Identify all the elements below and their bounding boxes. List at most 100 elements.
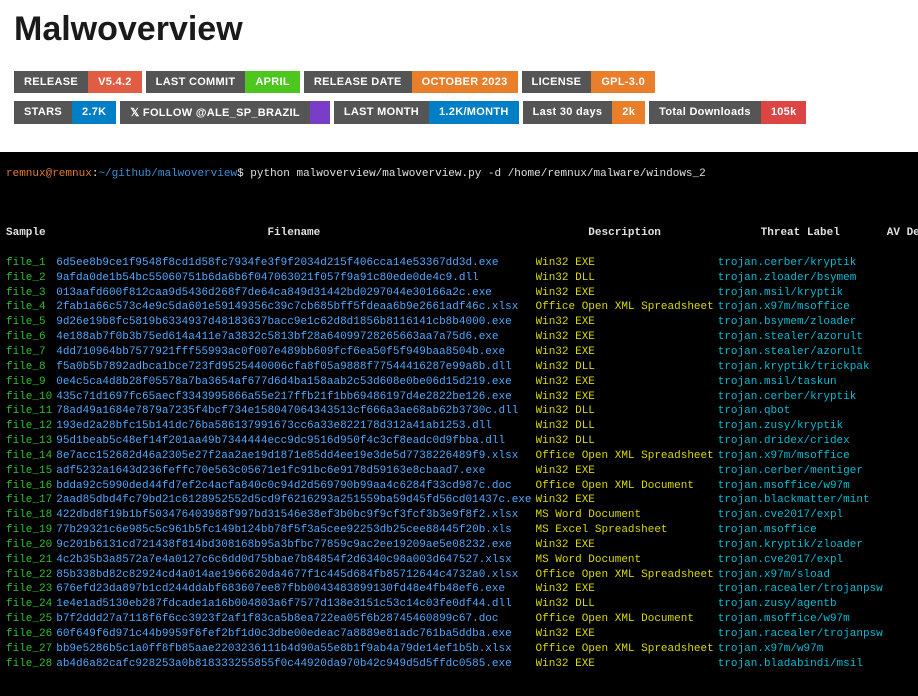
table-row: file_28ab4d6a82cafc928253a0b818333255855… <box>6 657 918 672</box>
table-row: file_1977b29321c6e985c5c961b5fc149b124bb… <box>6 523 918 538</box>
badge[interactable]: LICENSEGPL-3.0 <box>522 71 655 93</box>
cell-av-detection: 58 <box>887 390 918 405</box>
cell-filename: 95d1beab5c48ef14f201aa49b7344444ecc9dc95… <box>56 434 535 449</box>
cell-description: Win32 DLL <box>536 404 718 419</box>
table-row: file_18422dbd8f19b1bf503476403988f997bd3… <box>6 508 918 523</box>
badge[interactable]: LAST COMMITAPRIL <box>146 71 300 93</box>
cell-description: Office Open XML Spreadsheet <box>536 568 718 583</box>
table-row: file_2660f649f6d971c44b9959f6fef2bf1d0c3… <box>6 627 918 642</box>
cell-av-detection: 36 <box>887 404 918 419</box>
cell-threat-label: trojan.zloader/bsymem <box>718 271 887 286</box>
cell-av-detection: 40 <box>887 597 918 612</box>
cell-threat-label: trojan.zusy/kryptik <box>718 419 887 434</box>
cell-av-detection: 59 <box>887 256 918 271</box>
cell-description: Win32 EXE <box>536 493 718 508</box>
cell-threat-label: trojan.msoffice <box>718 523 887 538</box>
cell-av-detection: 53 <box>887 434 918 449</box>
cell-sample: file_21 <box>6 553 56 568</box>
badge-value <box>310 101 330 124</box>
cell-sample: file_26 <box>6 627 56 642</box>
cell-description: Win32 EXE <box>536 627 718 642</box>
cell-av-detection: 41 <box>887 360 918 375</box>
badge[interactable]: LAST MONTH1.2K/MONTH <box>334 101 519 124</box>
cell-description: Office Open XML Spreadsheet <box>536 449 718 464</box>
cell-description: Win32 EXE <box>536 464 718 479</box>
cell-av-detection: 51 <box>887 627 918 642</box>
badge[interactable]: RELEASEV5.4.2 <box>14 71 142 93</box>
cell-filename: 422dbd8f19b1bf503476403988f997bd31546e38… <box>56 508 535 523</box>
badge-label: LICENSE <box>522 71 592 93</box>
cell-description: Win32 DLL <box>536 597 718 612</box>
cell-filename: 2aad85dbd4fc79bd21c6128952552d5cd9f62162… <box>56 493 535 508</box>
table-row: file_209c201b6131cd721438f814bd308168b95… <box>6 538 918 553</box>
cell-sample: file_10 <box>6 390 56 405</box>
table-row: file_172aad85dbd4fc79bd21c6128952552d5cd… <box>6 493 918 508</box>
cell-filename: bb9e5286b5c1a0ff8fb85aae2203236111b4d90a… <box>56 642 535 657</box>
cell-threat-label: trojan.racealer/trojanpsw <box>718 582 887 597</box>
table-row: file_64e188ab7f0b3b75ed614a411e7a3832c58… <box>6 330 918 345</box>
cell-av-detection: 53 <box>887 330 918 345</box>
cell-sample: file_4 <box>6 300 56 315</box>
table-header-row: Sample Filename Description Threat Label… <box>6 226 918 241</box>
cell-av-detection: 49 <box>887 375 918 390</box>
badge[interactable]: 𝕏 FOLLOW @ALE_SP_BRAZIL <box>120 101 330 124</box>
table-row: file_25b7f2ddd27a7118f6f6cc3923f2af1f83c… <box>6 612 918 627</box>
prompt-user: remnux@remnux <box>6 168 92 180</box>
cell-filename: 4c2b35b3a8572a7e4a0127c6c6dd0d75bbae7b84… <box>56 553 535 568</box>
badge-value: APRIL <box>245 71 300 93</box>
cell-threat-label: trojan.zusy/agentb <box>718 597 887 612</box>
cell-filename: 85b338bd82c82924cd4a014ae1966620da4677f1… <box>56 568 535 583</box>
cell-sample: file_20 <box>6 538 56 553</box>
cell-description: Office Open XML Document <box>536 612 718 627</box>
terminal: remnux@remnux:~/github/malwoverview$ pyt… <box>0 152 918 696</box>
cell-description: Win32 EXE <box>536 345 718 360</box>
cell-threat-label: trojan.kryptik/trickpak <box>718 360 887 375</box>
cell-sample: file_19 <box>6 523 56 538</box>
cell-filename: 8e7acc152682d46a2305e27f2aa2ae19d1871e85… <box>56 449 535 464</box>
cell-sample: file_11 <box>6 404 56 419</box>
badge-value: 2k <box>612 101 645 124</box>
cell-av-detection: 39 <box>887 419 918 434</box>
cell-filename: 9c201b6131cd721438f814bd308168b95a3bfbc7… <box>56 538 535 553</box>
cell-av-detection: 60 <box>887 464 918 479</box>
badge-label: 𝕏 FOLLOW @ALE_SP_BRAZIL <box>120 101 310 124</box>
cell-sample: file_3 <box>6 286 56 301</box>
cell-sample: file_8 <box>6 360 56 375</box>
cell-threat-label: trojan.racealer/trojanpsw <box>718 627 887 642</box>
cell-filename: 60f649f6d971c44b9959f6fef2bf1d0c3dbe00ed… <box>56 627 535 642</box>
badge[interactable]: STARS2.7K <box>14 101 116 124</box>
badge-label: RELEASE <box>14 71 88 93</box>
cell-threat-label: trojan.dridex/cridex <box>718 434 887 449</box>
cell-threat-label: trojan.msoffice/w97m <box>718 612 887 627</box>
badge-value: 1.2K/MONTH <box>429 101 519 124</box>
badge-value: GPL-3.0 <box>591 71 655 93</box>
cell-description: Win32 DLL <box>536 360 718 375</box>
badge[interactable]: Last 30 days2k <box>523 101 645 124</box>
cell-threat-label: trojan.x97m/msoffice <box>718 449 887 464</box>
cell-filename: ab4d6a82cafc928253a0b818333255855f0c4492… <box>56 657 535 672</box>
table-row: file_27bb9e5286b5c1a0ff8fb85aae220323611… <box>6 642 918 657</box>
cell-filename: 4e188ab7f0b3b75ed614a411e7a3832c5813bf28… <box>56 330 535 345</box>
cell-av-detection: 30 <box>887 508 918 523</box>
output-table: Sample Filename Description Threat Label… <box>6 226 918 671</box>
cell-description: MS Word Document <box>536 508 718 523</box>
cell-sample: file_16 <box>6 479 56 494</box>
cell-threat-label: trojan.bladabindi/msil <box>718 657 887 672</box>
cell-description: Win32 DLL <box>536 419 718 434</box>
cell-sample: file_5 <box>6 315 56 330</box>
badge[interactable]: RELEASE DATEOCTOBER 2023 <box>304 71 518 93</box>
badge[interactable]: Total Downloads105k <box>649 101 806 124</box>
cell-av-detection: 62 <box>887 657 918 672</box>
cell-sample: file_28 <box>6 657 56 672</box>
badge-value: 105k <box>761 101 807 124</box>
cell-filename: 9afda0de1b54bc55060751b6da6b6f047063021f… <box>56 271 535 286</box>
cell-filename: 77b29321c6e985c5c961b5fc149b124bb78f5f3a… <box>56 523 535 538</box>
cell-sample: file_17 <box>6 493 56 508</box>
page-title: Malwoverview <box>14 10 904 49</box>
table-row: file_214c2b35b3a8572a7e4a0127c6c6dd0d75b… <box>6 553 918 568</box>
cell-description: Win32 EXE <box>536 256 718 271</box>
table-row: file_2285b338bd82c82924cd4a014ae1966620d… <box>6 568 918 583</box>
cell-threat-label: trojan.cerber/mentiger <box>718 464 887 479</box>
cell-sample: file_13 <box>6 434 56 449</box>
badge-label: LAST MONTH <box>334 101 429 124</box>
